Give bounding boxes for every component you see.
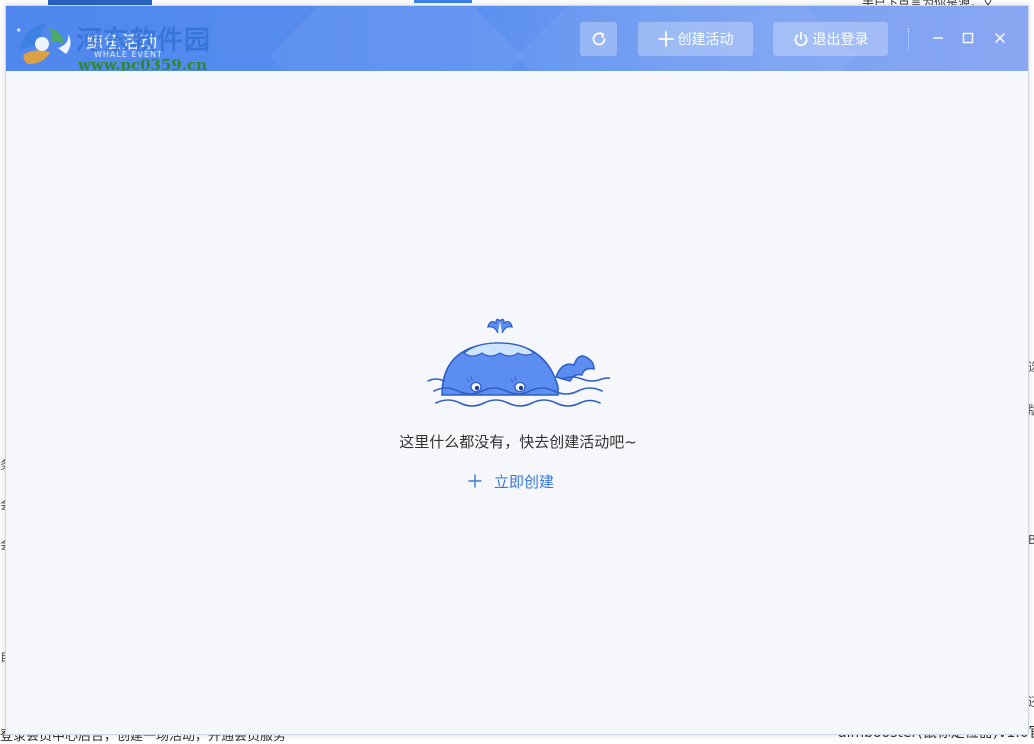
refresh-icon (592, 32, 605, 46)
whale-illustration-icon (427, 318, 610, 407)
minimize-icon (933, 37, 943, 39)
app-window: ★ 鲸鱼活动 WHALE EVENT 河东软件园 www.pc0359.cn 创… (5, 5, 1029, 735)
plus-icon (657, 31, 674, 47)
create-event-button[interactable]: 创建活动 (638, 22, 753, 56)
watermark-site-name: 河东软件园 (76, 26, 212, 56)
create-event-label: 创建活动 (677, 32, 734, 48)
plus-icon (468, 474, 482, 488)
close-icon (995, 33, 1005, 43)
background-window-tab (414, 0, 472, 3)
logout-button[interactable]: 退出登录 (773, 22, 888, 56)
app-logo: ★ 鲸鱼活动 WHALE EVENT 河东软件园 www.pc0359.cn (14, 14, 214, 71)
minimize-button[interactable] (926, 26, 950, 50)
maximize-icon (962, 32, 974, 44)
title-bar[interactable]: ★ 鲸鱼活动 WHALE EVENT 河东软件园 www.pc0359.cn 创… (6, 6, 1028, 71)
logout-label: 退出登录 (812, 32, 869, 48)
create-now-link[interactable]: 立即创建 (468, 469, 554, 493)
svg-text:★: ★ (16, 27, 21, 34)
watermark-logo-icon: ★ (16, 24, 71, 64)
maximize-button[interactable] (956, 26, 980, 50)
refresh-button[interactable] (580, 22, 617, 56)
empty-state-message: 这里什么都没有，快去创建活动吧~ (399, 433, 637, 451)
power-icon (794, 31, 807, 47)
close-button[interactable] (988, 26, 1012, 50)
empty-state: 这里什么都没有，快去创建活动吧~ 立即创建 (6, 71, 1028, 734)
create-now-label: 立即创建 (494, 472, 555, 491)
watermark-url: www.pc0359.cn (78, 56, 208, 71)
toolbar-divider (908, 28, 909, 50)
titlebar-decoration (268, 6, 524, 71)
